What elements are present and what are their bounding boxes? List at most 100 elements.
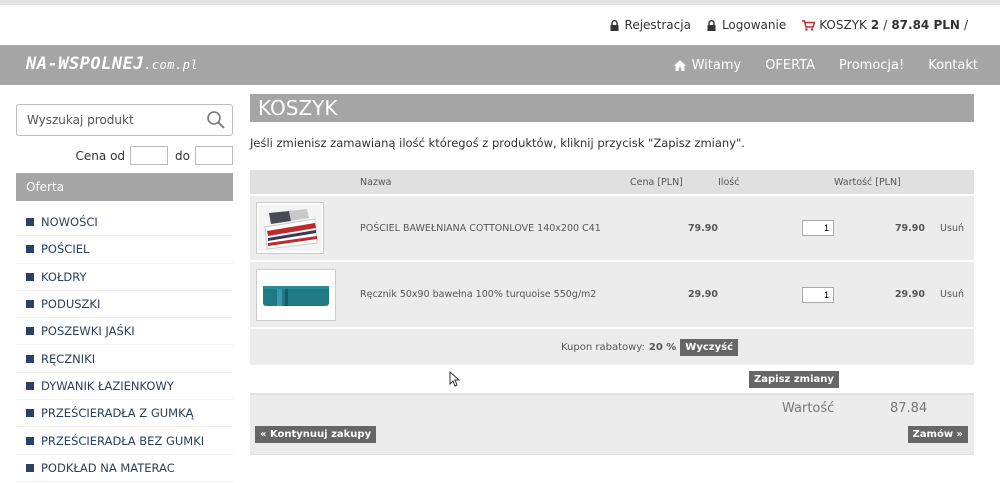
logo-suffix: .com.pl (144, 58, 199, 72)
coupon-label: Kupon rabatowy: (561, 341, 645, 353)
search-box (16, 104, 233, 136)
site-logo[interactable]: NA-WSPOLNEJ.com.pl (26, 54, 198, 74)
lock-icon (610, 19, 619, 31)
top-links: Rejestracja Logowanie KOSZYK 2 / 87.84 P… (594, 18, 972, 32)
cart-icon (802, 19, 816, 31)
table-header-row: Nazwa Cena [PLN] Ilość Wartość [PLN] (250, 170, 974, 195)
cell-price: 29.90 (630, 260, 718, 327)
logo-main: NA-WSPOLNEJ (26, 54, 145, 74)
header-image (250, 170, 360, 195)
cell-product-name[interactable]: POŚCIEL BAWEŁNIANA COTTONLOVE 140x200 C4… (360, 194, 630, 261)
category-item[interactable]: PRZEŚCIERADŁA Z GUMKĄ (16, 400, 233, 428)
category-item[interactable]: RĘCZNIKI (16, 345, 233, 373)
total-value: 87.84 (890, 401, 928, 416)
category-item[interactable]: DYWANIK ŁAZIENKOWY (16, 373, 233, 401)
cart-main: KOSZYK Jeśli zmienisz zamawianą ilość kt… (250, 94, 974, 455)
cart-info-text: Jeśli zmienisz zamawianą ilość któregoś … (250, 136, 745, 150)
bullet-icon (26, 327, 34, 336)
order-button[interactable]: Zamów » (907, 426, 968, 443)
continue-shopping-button[interactable]: « Kontynuuj zakupy (255, 426, 377, 443)
nav-offer[interactable]: OFERTA (765, 58, 815, 73)
category-item[interactable]: NOWOŚCI (16, 209, 233, 237)
bullet-icon (26, 436, 34, 445)
cell-product-name[interactable]: Ręcznik 50x90 bawełna 100% turquoise 550… (360, 260, 630, 327)
save-row: Zapisz zmiany (250, 365, 974, 395)
category-item[interactable]: PODUSZKI (16, 291, 233, 319)
save-changes-button[interactable]: Zapisz zmiany (749, 371, 839, 388)
cell-image (250, 194, 360, 261)
nav-welcome-label: Witamy (691, 57, 742, 73)
category-label: PRZEŚCIERADŁA BEZ GUMKI (41, 433, 205, 448)
total-label: Wartość (782, 401, 835, 416)
table-row: Ręcznik 50x90 bawełna 100% turquoise 550… (250, 260, 974, 327)
price-filter: Cena od do (16, 146, 233, 165)
cell-price: 79.90 (630, 194, 718, 261)
register-link[interactable]: Rejestracja (610, 18, 691, 32)
login-link[interactable]: Logowanie (707, 18, 786, 32)
header-price: Cena [PLN] (630, 170, 718, 195)
search-input[interactable] (17, 105, 197, 135)
cell-qty (718, 194, 834, 261)
cell-qty (718, 260, 834, 327)
bullet-icon (26, 245, 34, 254)
main-nav-bar: NA-WSPOLNEJ.com.pl Witamy OFERTA Promocj… (0, 45, 1000, 85)
quantity-input[interactable] (802, 286, 834, 303)
category-item[interactable]: PODKŁAD NA MATERAC (16, 455, 233, 482)
bullet-icon (26, 218, 34, 227)
category-label: PODKŁAD NA MATERAC (41, 460, 175, 475)
remove-link[interactable]: Usuń (925, 194, 974, 261)
category-label: POŚCIEL (41, 242, 90, 257)
cart-count: 2 (870, 18, 880, 32)
cart-actions: « Kontynuuj zakupy Zamów » (250, 423, 974, 455)
nav-contact[interactable]: Kontakt (928, 58, 978, 73)
price-from-label: Cena od (75, 148, 126, 163)
bullet-icon (26, 463, 34, 472)
bullet-icon (26, 272, 34, 281)
price-from-input[interactable] (130, 146, 169, 165)
register-label: Rejestracja (624, 18, 691, 32)
bedding-image (259, 205, 321, 251)
category-item[interactable]: KOŁDRY (16, 264, 233, 291)
product-thumbnail[interactable] (256, 202, 324, 254)
cart-table: Nazwa Cena [PLN] Ilość Wartość [PLN] POŚ… (250, 170, 974, 327)
main-menu: Witamy OFERTA Promocja! Kontakt (650, 45, 978, 85)
header-value: Wartość [PLN] (834, 170, 925, 195)
category-label: PRZEŚCIERADŁA Z GUMKĄ (41, 406, 194, 421)
cell-image (250, 260, 360, 327)
nav-promo[interactable]: Promocja! (839, 58, 904, 73)
sidebar: Cena od do Oferta NOWOŚCI POŚCIEL KOŁDRY… (16, 104, 233, 482)
cart-link[interactable]: KOSZYK 2 / 87.84 PLN / (802, 18, 972, 32)
mouse-cursor-icon (449, 371, 460, 387)
category-label: POSZEWKI JAŚKI (41, 324, 135, 339)
clear-coupon-button[interactable]: Wyczyść (680, 338, 738, 356)
price-to-label: do (175, 148, 190, 163)
quantity-input[interactable] (802, 220, 834, 236)
bullet-icon (26, 354, 34, 363)
total-row: Wartość 87.84 (250, 395, 974, 423)
search-icon[interactable] (206, 110, 226, 130)
towel-image (259, 271, 333, 318)
category-heading: Oferta (16, 173, 233, 201)
category-item[interactable]: POŚCIEL (16, 236, 233, 264)
cart-separator: / (883, 18, 888, 32)
category-label: DYWANIK ŁAZIENKOWY (41, 378, 174, 393)
login-label: Logowanie (721, 18, 787, 32)
bullet-icon (26, 409, 34, 418)
category-list: NOWOŚCI POŚCIEL KOŁDRY PODUSZKI POSZEWKI… (16, 209, 233, 482)
bullet-icon (26, 300, 34, 309)
cell-value: 29.90 (834, 260, 925, 327)
remove-link[interactable]: Usuń (925, 260, 974, 327)
cart-label: KOSZYK (819, 18, 867, 32)
home-icon (673, 59, 686, 71)
table-row: POŚCIEL BAWEŁNIANA COTTONLOVE 140x200 C4… (250, 194, 974, 261)
category-item[interactable]: POSZEWKI JAŚKI (16, 318, 233, 346)
top-strip (0, 0, 1000, 5)
page-title: KOSZYK (250, 94, 974, 122)
category-item[interactable]: PRZEŚCIERADŁA BEZ GUMKI (16, 427, 233, 455)
category-label: RĘCZNIKI (41, 351, 96, 366)
cart-trailing-separator: / (963, 18, 968, 32)
nav-welcome[interactable]: Witamy (673, 57, 742, 73)
price-to-input[interactable] (195, 146, 233, 165)
product-thumbnail[interactable] (256, 268, 336, 321)
bullet-icon (26, 381, 34, 390)
